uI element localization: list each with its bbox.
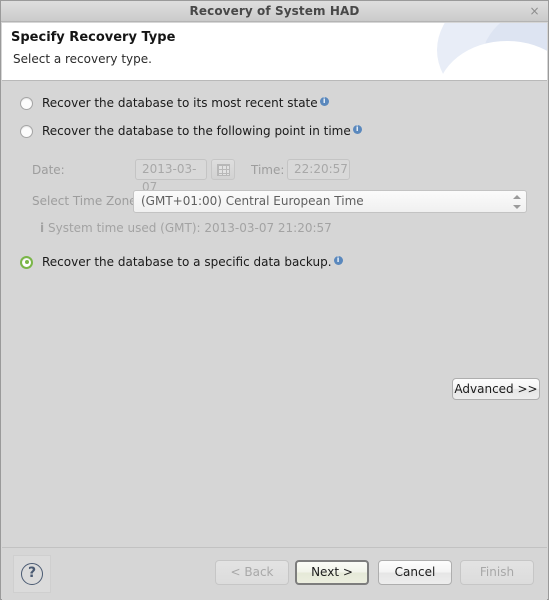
radio-indicator-point-in-time[interactable]	[20, 124, 33, 138]
info-icon-most-recent-state[interactable]: i	[319, 96, 329, 106]
radio-option-point-in-time[interactable]: Recover the database to the following po…	[20, 124, 362, 138]
radio-indicator-specific-data-backup[interactable]	[20, 255, 33, 269]
next-button[interactable]: Next >	[295, 560, 369, 585]
cancel-button[interactable]: Cancel	[378, 560, 452, 585]
chevron-up-icon[interactable]	[513, 195, 521, 199]
timezone-label: Select Time Zone:	[32, 194, 141, 208]
calendar-icon[interactable]	[211, 159, 235, 180]
radio-option-specific-data-backup[interactable]: Recover the database to a specific data …	[20, 255, 343, 269]
info-icon-point-in-time[interactable]: i	[352, 124, 362, 134]
radio-label-specific-data-backup: Recover the database to a specific data …	[42, 255, 332, 269]
title-bar: Recovery of System HAD ×	[1, 1, 548, 22]
help-icon: ?	[21, 563, 43, 585]
finish-button[interactable]: Finish	[460, 560, 534, 585]
system-time-text: System time used (GMT): 2013-03-07 21:20…	[48, 221, 332, 235]
page-title: Specify Recovery Type	[11, 30, 176, 45]
time-label: Time:	[251, 163, 285, 177]
calendar-glyph	[217, 164, 230, 176]
advanced-button[interactable]: Advanced >>	[452, 378, 540, 400]
page-subtitle: Select a recovery type.	[13, 52, 152, 66]
radio-label-most-recent-state: Recover the database to its most recent …	[42, 96, 318, 110]
spinner-arrows-icon[interactable]	[511, 193, 522, 211]
info-icon-specific-data-backup[interactable]: i	[333, 255, 343, 265]
radio-indicator-most-recent-state[interactable]	[20, 96, 33, 110]
radio-option-most-recent-state[interactable]: Recover the database to its most recent …	[20, 96, 329, 110]
window-title: Recovery of System HAD	[189, 4, 360, 18]
close-icon[interactable]: ×	[527, 4, 542, 19]
time-input[interactable]: 22:20:57	[287, 159, 350, 180]
dialog-window: Recovery of System HAD × Specify Recover…	[0, 0, 549, 600]
back-button[interactable]: < Back	[215, 560, 289, 585]
system-time-note: i System time used (GMT): 2013-03-07 21:2…	[40, 221, 332, 235]
footer-bar: ? < Back Next > Cancel Finish	[2, 547, 547, 600]
content-area: Recover the database to its most recent …	[2, 81, 547, 547]
timezone-select[interactable]: (GMT+01:00) Central European Time	[133, 190, 527, 213]
info-glyph-icon: i	[40, 221, 45, 235]
date-input[interactable]: 2013-03-07	[135, 159, 207, 194]
chevron-down-icon[interactable]	[513, 205, 521, 209]
help-button[interactable]: ?	[13, 555, 51, 593]
header-banner: Specify Recovery Type Select a recovery …	[2, 23, 547, 81]
date-label: Date:	[32, 163, 65, 177]
radio-label-point-in-time: Recover the database to the following po…	[42, 124, 351, 138]
timezone-value: (GMT+01:00) Central European Time	[141, 194, 364, 208]
